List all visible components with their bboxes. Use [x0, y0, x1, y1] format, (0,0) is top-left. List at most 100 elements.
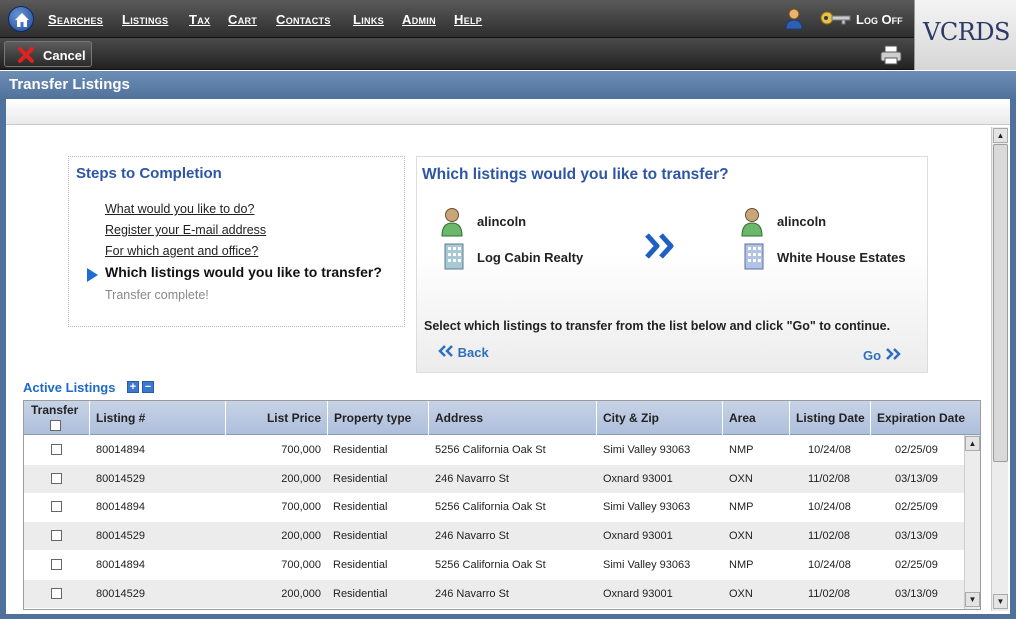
nav-help[interactable]: Help: [454, 12, 482, 27]
steps-panel: Steps to Completion What would you like …: [68, 156, 405, 327]
page-scrollbar[interactable]: ▲ ▼: [991, 127, 1008, 611]
column-label: Listing #: [96, 411, 146, 425]
scroll-up-button[interactable]: ▲: [993, 128, 1008, 143]
logoff-link[interactable]: Log Off: [856, 12, 903, 27]
cell-list-price: 200,000: [281, 472, 321, 485]
cell-area: NMP: [729, 501, 754, 514]
cell-listing-number: 80014894: [96, 558, 145, 571]
cell-area: OXN: [729, 587, 753, 600]
cell-list-price: 200,000: [281, 587, 321, 600]
step-register-email[interactable]: Register your E-mail address: [105, 223, 266, 237]
table-scrollbar[interactable]: ▲ ▼: [964, 435, 980, 609]
cell-address: 246 Navarro St: [435, 472, 509, 485]
column-header-list-price[interactable]: List Price: [226, 401, 328, 435]
expand-plus-icon[interactable]: +: [127, 381, 139, 393]
cell-address: 5256 California Oak St: [435, 558, 546, 571]
cell-property-type: Residential: [333, 587, 388, 600]
nav-cart[interactable]: Cart: [228, 12, 257, 27]
cell-city-zip: Oxnard 93001: [603, 530, 673, 543]
step-what-to-do[interactable]: What would you like to do?: [105, 202, 254, 216]
nav-links[interactable]: Links: [353, 12, 384, 27]
scroll-down-button[interactable]: ▼: [965, 592, 980, 607]
printer-icon[interactable]: [880, 45, 902, 65]
nav-contacts[interactable]: Contacts: [276, 12, 331, 27]
nav-searches[interactable]: Searches: [48, 12, 103, 27]
table-row: 80014894 700,000 Residential 5256 Californi…: [24, 551, 964, 579]
transfer-checkbox[interactable]: [51, 558, 62, 570]
home-icon[interactable]: [8, 6, 34, 32]
cell-listing-number: 80014894: [96, 444, 145, 456]
scroll-down-button[interactable]: ▼: [993, 594, 1008, 609]
listings-table: Transfer Listing # List Price Property t…: [23, 400, 981, 610]
building-icon: [744, 243, 764, 270]
transfer-checkbox[interactable]: [51, 501, 62, 513]
cell-address: 5256 California Oak St: [435, 501, 546, 514]
cell-city-zip: Simi Valley 93063: [603, 558, 691, 571]
column-header-expiration-date[interactable]: Expiration Date: [871, 401, 980, 435]
collapse-minus-icon[interactable]: −: [142, 381, 154, 393]
transfer-checkbox[interactable]: [51, 444, 62, 455]
nav-tax[interactable]: Tax: [189, 12, 210, 27]
column-header-listing-number[interactable]: Listing #: [90, 401, 226, 435]
transfer-checkbox[interactable]: [51, 587, 62, 599]
step-transfer-complete: Transfer complete!: [105, 288, 209, 302]
nav-admin[interactable]: Admin: [402, 12, 436, 27]
column-header-city-zip[interactable]: City & Zip: [597, 401, 723, 435]
back-label: Back: [457, 345, 489, 360]
user-icon[interactable]: [785, 8, 803, 30]
building-icon: [444, 243, 464, 270]
go-button[interactable]: Go: [863, 348, 901, 363]
cell-expiration-date: 02/25/09: [895, 501, 938, 514]
column-label: Property type: [334, 411, 412, 425]
select-all-checkbox[interactable]: [50, 420, 61, 431]
cell-property-type: Residential: [333, 444, 388, 456]
cell-list-price: 700,000: [281, 501, 321, 514]
table-row: 80014529 200,000 Residential 246 Navarro St…: [24, 522, 964, 551]
sub-header-bar: [6, 99, 1010, 125]
cell-property-type: Residential: [333, 530, 388, 543]
content-area: ▲ ▼ Steps to Completion What would you l…: [6, 99, 1010, 614]
column-header-property-type[interactable]: Property type: [328, 401, 429, 435]
cell-listing-number: 80014529: [96, 530, 145, 543]
cell-area: NMP: [729, 444, 754, 456]
cell-area: OXN: [729, 472, 753, 485]
scroll-thumb[interactable]: [993, 144, 1008, 462]
back-button[interactable]: Back: [438, 345, 489, 360]
page-title-bar: Transfer Listings: [0, 71, 1016, 99]
step-which-listings: Which listings would you like to transfe…: [105, 264, 382, 280]
cell-city-zip: Oxnard 93001: [603, 472, 673, 485]
table-row: 80014894 700,000 Residential 5256 Californi…: [24, 493, 964, 521]
scroll-up-button[interactable]: ▲: [965, 436, 980, 451]
nav-listings[interactable]: Listings: [122, 12, 168, 27]
cancel-button[interactable]: Cancel: [4, 41, 92, 67]
steps-title: Steps to Completion: [76, 165, 222, 182]
double-chevron-right-icon: [885, 348, 901, 360]
column-header-area[interactable]: Area: [723, 401, 790, 435]
key-icon[interactable]: [820, 10, 852, 26]
from-office: Log Cabin Realty: [477, 250, 584, 265]
page-title: Transfer Listings: [9, 76, 130, 93]
column-label: Listing Date: [796, 411, 865, 425]
cell-property-type: Residential: [333, 558, 388, 571]
from-user: alincoln: [477, 214, 527, 229]
cell-property-type: Residential: [333, 472, 388, 485]
go-label: Go: [863, 348, 882, 363]
user-icon: [441, 208, 463, 237]
table-row: 80014529 200,000 Residential 246 Navarro St…: [24, 579, 964, 608]
to-office: White House Estates: [777, 250, 906, 265]
vcrds-logo: VCRDS: [914, 0, 1016, 70]
cell-listing-number: 80014529: [96, 472, 145, 485]
transfer-checkbox[interactable]: [51, 530, 62, 542]
transfer-panel: Which listings would you like to transfe…: [416, 156, 928, 373]
cell-listing-date: 11/02/08: [808, 472, 851, 485]
cell-property-type: Residential: [333, 501, 388, 514]
column-header-address[interactable]: Address: [429, 401, 597, 435]
cell-address: 246 Navarro St: [435, 530, 509, 543]
column-label: Expiration Date: [877, 411, 966, 425]
transfer-checkbox[interactable]: [51, 472, 62, 484]
transfer-title: Which listings would you like to transfe…: [422, 166, 729, 183]
step-agent-office[interactable]: For which agent and office?: [105, 244, 258, 258]
cell-listing-number: 80014894: [96, 501, 145, 514]
column-header-listing-date[interactable]: Listing Date: [790, 401, 871, 435]
table-row: 80014894 700,000 Residential 5256 Californi…: [24, 436, 964, 464]
